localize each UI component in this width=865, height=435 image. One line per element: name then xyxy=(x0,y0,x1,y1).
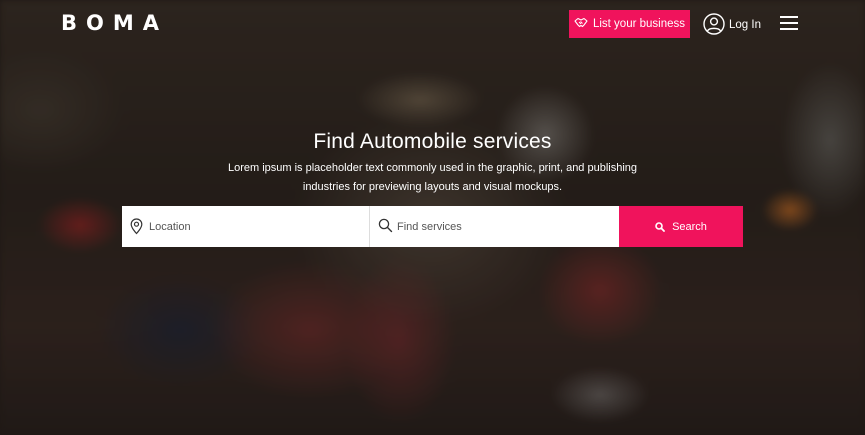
search-button-label: Search xyxy=(672,220,707,233)
handshake-icon xyxy=(574,17,588,31)
hero-title: Find Automobile services xyxy=(313,130,552,153)
top-navbar: BOMA List your business Log In xyxy=(0,0,865,48)
login-label: Log In xyxy=(729,19,761,31)
user-circle-icon xyxy=(703,12,725,38)
login-link[interactable]: Log In xyxy=(703,12,761,38)
hero-section: Find Automobile services Lorem ipsum is … xyxy=(0,130,865,197)
hero-subtitle: Lorem ipsum is placeholder text commonly… xyxy=(227,162,638,193)
location-field-wrapper xyxy=(122,206,370,247)
brand-logo[interactable]: BOMA xyxy=(61,11,168,35)
search-icon xyxy=(655,221,665,232)
list-your-business-label: List your business xyxy=(592,18,686,30)
search-bar: Search xyxy=(122,206,743,247)
search-button[interactable]: Search xyxy=(619,206,743,247)
search-icon xyxy=(378,218,393,233)
services-input[interactable] xyxy=(370,206,619,247)
map-pin-icon xyxy=(130,218,143,235)
hamburger-menu-icon[interactable] xyxy=(780,16,798,30)
services-field-wrapper xyxy=(370,206,619,247)
location-input[interactable] xyxy=(122,206,369,247)
list-your-business-button[interactable]: List your business xyxy=(569,10,690,38)
